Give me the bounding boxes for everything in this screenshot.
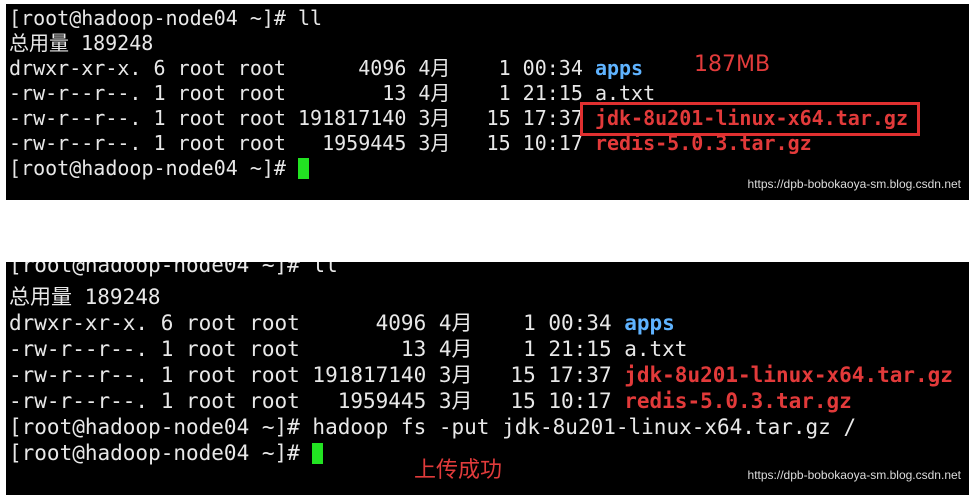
prompt: [root@hadoop-node04 ~]#: [9, 156, 298, 180]
dir-name: apps: [594, 56, 644, 80]
terminal-screenshot-1: [root@hadoop-node04 ~]# ll 总用量 189248 dr…: [6, 4, 969, 200]
cursor-icon: [297, 158, 309, 179]
file-meta: -rw-r--r--. 1 root root 1959445 3月 15 10…: [9, 131, 595, 155]
list-item: -rw-r--r--. 1 root root 13 4月 1 21:15 a.…: [9, 336, 687, 362]
file-meta: -rw-r--r--. 1 root root 1959445 3月 15 10…: [9, 389, 625, 413]
command-line: [root@hadoop-node04 ~]# ll: [9, 262, 338, 277]
file-meta: drwxr-xr-x. 6 root root 4096 4月 1 00:34: [9, 311, 625, 335]
file-meta: -rw-r--r--. 1 root root 13 4月 1 21:15: [9, 81, 595, 105]
prompt-line: [root@hadoop-node04 ~]#: [9, 440, 324, 466]
list-item: -rw-r--r--. 1 root root 191817140 3月 15 …: [9, 362, 953, 388]
prompt-line: [root@hadoop-node04 ~]#: [9, 155, 309, 181]
file-meta: -rw-r--r--. 1 root root 191817140 3月 15 …: [9, 106, 595, 130]
list-item: drwxr-xr-x. 6 root root 4096 4月 1 00:34 …: [9, 310, 675, 336]
cursor-icon: [312, 443, 324, 464]
list-item: -rw-r--r--. 1 root root 13 4月 1 21:15 a.…: [9, 80, 655, 106]
archive-name: jdk-8u201-linux-x64.tar.gz: [624, 363, 953, 387]
total-line: 总用量 189248: [9, 285, 161, 309]
list-item: -rw-r--r--. 1 root root 1959445 3月 15 10…: [9, 388, 852, 414]
command-line: [root@hadoop-node04 ~]# ll: [9, 6, 323, 30]
total-line: 总用量 189248: [9, 31, 154, 55]
highlight-box: [580, 102, 920, 136]
prompt: [root@hadoop-node04 ~]#: [9, 441, 313, 465]
watermark: https://dpb-bobokaoya-sm.blog.csdn.net: [747, 177, 961, 191]
list-item: drwxr-xr-x. 6 root root 4096 4月 1 00:34 …: [9, 55, 643, 81]
command-line: [root@hadoop-node04 ~]# hadoop fs -put j…: [9, 415, 857, 439]
watermark: https://dpb-bobokaoya-sm.blog.csdn.net: [747, 468, 961, 482]
file-meta: -rw-r--r--. 1 root root 191817140 3月 15 …: [9, 363, 625, 387]
size-annotation: 187MB: [694, 52, 771, 77]
archive-name: redis-5.0.3.tar.gz: [624, 389, 852, 413]
dir-name: apps: [624, 311, 675, 335]
success-annotation: 上传成功: [414, 458, 503, 483]
file-meta: drwxr-xr-x. 6 root root 4096 4月 1 00:34: [9, 56, 595, 80]
terminal-screenshot-2: [root@hadoop-node04 ~]# ll 总用量 189248 dr…: [6, 262, 969, 495]
file-name: a.txt: [624, 337, 688, 361]
file-meta: -rw-r--r--. 1 root root 13 4月 1 21:15: [9, 337, 625, 361]
